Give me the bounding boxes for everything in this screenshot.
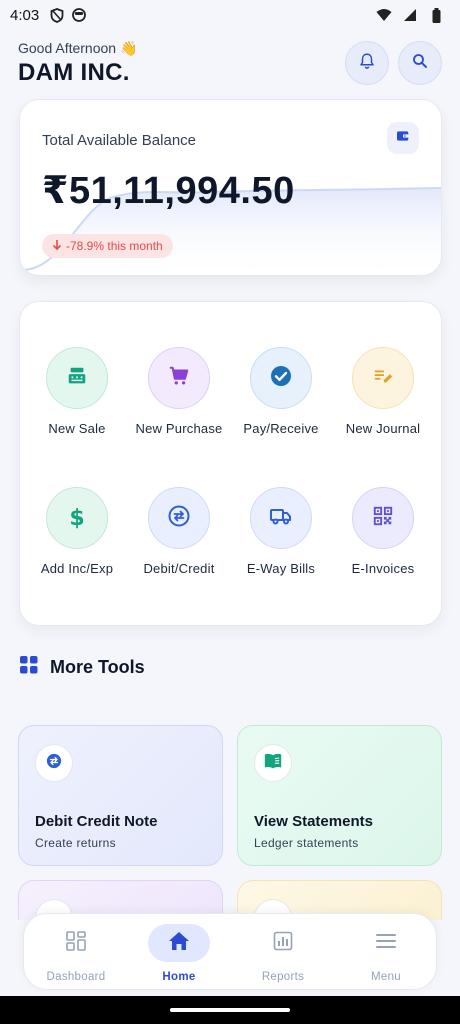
- wifi-icon: [376, 7, 392, 23]
- tool-debit-credit-note[interactable]: Debit Credit Note Create returns: [18, 725, 223, 866]
- greeting-text: Good Afternoon 👋: [18, 40, 138, 56]
- action-e-way-bills[interactable]: E-Way Bills: [226, 487, 336, 576]
- nav-label: Menu: [371, 971, 401, 983]
- action-icon-circle: [148, 347, 210, 409]
- book-icon: [263, 752, 283, 775]
- bottom-navigation: Dashboard Home Reports Menu: [23, 913, 437, 990]
- home-icon: [168, 931, 190, 956]
- quick-actions-card: New Sale New Purchase Pay/Receive New Jo…: [19, 301, 442, 626]
- action-label: E-Invoices: [351, 561, 415, 576]
- action-icon-circle: [352, 487, 414, 549]
- nav-icon-pill: [252, 924, 314, 962]
- arrow-down-icon: [52, 239, 62, 253]
- gesture-bar-area: [0, 996, 460, 1024]
- more-tools-title: More Tools: [50, 657, 145, 677]
- action-label: Debit/Credit: [143, 561, 215, 576]
- action-add-inc-exp[interactable]: $ Add Inc/Exp: [22, 487, 132, 576]
- bell-icon: [358, 52, 376, 75]
- tool-title: Debit Credit Note: [35, 813, 158, 830]
- tool-view-statements[interactable]: View Statements Ledger statements: [237, 725, 442, 866]
- nav-label: Home: [162, 971, 196, 983]
- notifications-button[interactable]: [345, 41, 389, 85]
- battery-icon: [428, 7, 444, 23]
- grid-icon: [20, 656, 38, 679]
- edit-note-icon: [372, 365, 394, 392]
- tool-subtitle: Create returns: [35, 836, 116, 850]
- home-gesture-handle[interactable]: [170, 1008, 290, 1012]
- company-name: DAM INC.: [18, 59, 130, 86]
- header: Good Afternoon 👋 DAM INC.: [18, 40, 137, 87]
- action-icon-circle: [148, 487, 210, 549]
- nav-icon-pill: [355, 924, 417, 962]
- nav-home[interactable]: Home: [139, 924, 219, 983]
- nav-label: Reports: [261, 971, 305, 983]
- nav-label: Dashboard: [46, 971, 106, 983]
- qr-code-icon: [372, 505, 394, 532]
- search-icon: [411, 52, 429, 75]
- action-label: New Journal: [345, 421, 421, 436]
- tool-title: View Statements: [254, 813, 373, 830]
- action-label: Add Inc/Exp: [40, 561, 114, 576]
- trend-badge: -78.9% this month: [42, 234, 173, 258]
- action-label: New Sale: [48, 421, 106, 436]
- balance-amount: ₹51,11,994.50: [42, 170, 295, 212]
- balance-card[interactable]: Total Available Balance ₹51,11,994.50 -7…: [19, 99, 442, 276]
- action-icon-circle: $: [46, 487, 108, 549]
- status-time: 4:03: [10, 6, 40, 24]
- action-pay-receive[interactable]: Pay/Receive: [226, 347, 336, 436]
- truck-icon: [269, 504, 293, 533]
- action-debit-credit[interactable]: Debit/Credit: [124, 487, 234, 576]
- balance-label: Total Available Balance: [42, 132, 196, 149]
- action-new-sale[interactable]: New Sale: [22, 347, 132, 436]
- action-e-invoices[interactable]: E-Invoices: [328, 487, 438, 576]
- check-circle-icon: [269, 364, 293, 393]
- cart-icon: [168, 365, 190, 392]
- action-label: Pay/Receive: [243, 421, 319, 436]
- action-label: E-Way Bills: [246, 561, 316, 576]
- tool-subtitle: Ledger statements: [254, 836, 359, 850]
- search-button[interactable]: [398, 41, 442, 85]
- action-new-purchase[interactable]: New Purchase: [124, 347, 234, 436]
- nav-dashboard[interactable]: Dashboard: [36, 924, 116, 983]
- face-icon: [71, 7, 87, 23]
- signal-icon: [402, 7, 418, 23]
- dashboard-icon: [66, 930, 86, 956]
- more-tools-heading: More Tools: [20, 656, 145, 679]
- action-icon-circle: [46, 347, 108, 409]
- action-icon-circle: [250, 347, 312, 409]
- nav-menu[interactable]: Menu: [346, 924, 426, 983]
- shield-icon: [49, 7, 65, 23]
- tool-icon-circle: [254, 744, 292, 782]
- dollar-icon: $: [69, 505, 85, 531]
- nav-icon-pill: [45, 924, 107, 962]
- reports-icon: [273, 931, 293, 956]
- action-icon-circle: [250, 487, 312, 549]
- menu-icon: [376, 933, 396, 954]
- status-bar: 4:03: [0, 0, 460, 30]
- action-new-journal[interactable]: New Journal: [328, 347, 438, 436]
- nav-reports[interactable]: Reports: [243, 924, 323, 983]
- tool-icon-circle: [35, 744, 73, 782]
- trend-text: -78.9% this month: [66, 239, 163, 253]
- wallet-button[interactable]: [387, 122, 419, 154]
- wallet-icon: [395, 128, 411, 149]
- nav-icon-pill: [148, 924, 210, 962]
- action-icon-circle: [352, 347, 414, 409]
- swap-icon: [167, 504, 191, 533]
- action-label: New Purchase: [135, 421, 223, 436]
- swap-icon: [45, 752, 63, 775]
- cash-register-icon: [66, 365, 88, 392]
